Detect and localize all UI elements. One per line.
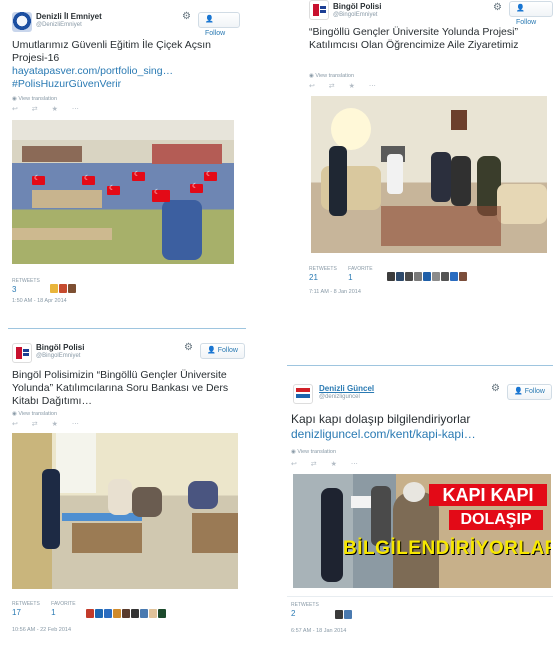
tweet-actions[interactable]: ↩ ⇄ ★ ⋯ [291, 460, 364, 468]
tweet-photo[interactable] [311, 96, 547, 253]
hashtag-link[interactable]: #PolisHuzurGüvenVerir [12, 78, 238, 91]
tweet-actions[interactable]: ↩ ⇄ ★ ⋯ [309, 82, 382, 90]
account-name[interactable]: Denizli İl Emniyet [36, 12, 102, 21]
account-handle[interactable]: @DenizliEmniyet [36, 22, 82, 28]
tweet-card: Bingöl Polisi @BingolEmniyet ⚙ 👤Follow “… [305, 0, 553, 300]
retweeter-avatars[interactable] [86, 605, 167, 618]
follow-button[interactable]: 👤Follow [200, 343, 245, 359]
view-translation-link[interactable]: ◉ View translation [12, 96, 57, 102]
avatar[interactable] [309, 0, 329, 20]
tweet-link[interactable]: hayatapasver.com/portfolio_sing… [12, 65, 238, 78]
tweet-header: Bingöl Polisi @BingolEmniyet ⚙ 👤Follow [305, 0, 553, 26]
follow-person-icon: 👤 [516, 5, 525, 12]
banner-line3: BİLGİLENDİRİYORLAR [343, 538, 551, 559]
account-handle[interactable]: @BingolEmniyet [333, 12, 377, 18]
tweet-card: Denizli İl Emniyet @DenizliEmniyet ⚙ 👤Fo… [8, 8, 240, 304]
tweet-timestamp[interactable]: 10:56 AM - 22 Feb 2014 [12, 627, 71, 633]
gear-icon[interactable]: ⚙ [491, 383, 500, 394]
gear-icon[interactable]: ⚙ [182, 11, 191, 22]
tweet-photo[interactable] [12, 120, 234, 264]
account-name[interactable]: Bingöl Polisi [333, 2, 381, 11]
gear-icon[interactable]: ⚙ [184, 342, 193, 353]
tweet-stats: RETWEETS 3 [12, 278, 40, 294]
retweeter-avatars[interactable] [335, 606, 353, 619]
tweet-text: Kapı kapı dolaşıp bilgilendiriyorlar den… [291, 412, 549, 442]
tweet-actions[interactable]: ↩ ⇄ ★ ⋯ [12, 420, 85, 428]
account-name[interactable]: Bingöl Polisi [36, 343, 84, 352]
follow-person-icon: 👤 [205, 16, 214, 23]
retweeter-avatars[interactable] [50, 280, 77, 293]
banner-line2: DOLAŞIP [449, 510, 543, 530]
favorite-count[interactable]: 1 [348, 273, 372, 282]
retweet-count[interactable]: 21 [309, 273, 337, 282]
follow-button[interactable]: 👤Follow [198, 12, 240, 37]
follow-person-icon: 👤 [207, 347, 216, 354]
tweet-photo[interactable] [12, 433, 238, 589]
tweet-photo[interactable]: KAPI KAPI DOLAŞIP BİLGİLENDİRİYORLAR [293, 474, 551, 588]
tweet-header: Bingöl Polisi @BingolEmniyet ⚙ 👤Follow [8, 339, 246, 365]
tweet-text: Umutlarımız Güvenli Eğitim İle Çiçek Açs… [12, 39, 238, 91]
retweet-count[interactable]: 17 [12, 608, 40, 617]
avatar[interactable] [12, 12, 32, 32]
tweet-stats: RETWEETS 2 [291, 602, 319, 618]
tweet-text: Bingöl Polisimizin “Bingöllü Gençler Üni… [12, 369, 229, 407]
tweet-stats: RETWEETS 21 FAVORITE 1 [309, 266, 373, 282]
favorite-count[interactable]: 1 [51, 608, 75, 617]
tweet-text: “Bingöllü Gençler Üniversite Yolunda Pro… [309, 26, 519, 51]
view-translation-link[interactable]: ◉ View translation [291, 449, 336, 455]
retweet-count[interactable]: 3 [12, 285, 40, 294]
account-handle[interactable]: @BingolEmniyet [36, 353, 80, 359]
follow-button[interactable]: 👤Follow [509, 1, 553, 26]
tweet-timestamp[interactable]: 1:50 AM - 18 Apr 2014 [12, 298, 67, 304]
account-handle[interactable]: @denizliguncel [319, 394, 360, 400]
follow-person-icon: 👤 [514, 388, 523, 395]
banner-line1: KAPI KAPI [429, 484, 547, 506]
view-translation-link[interactable]: ◉ View translation [12, 411, 57, 417]
tweet-timestamp[interactable]: 7:11 AM - 8 Jan 2014 [309, 289, 361, 295]
tweet-card: Denizli Güncel @denizliguncel ⚙ 👤 Follow … [287, 365, 553, 640]
tweet-actions[interactable]: ↩ ⇄ ★ ⋯ [12, 105, 85, 113]
tweet-timestamp[interactable]: 6:57 AM - 18 Jan 2014 [291, 628, 346, 634]
avatar[interactable] [12, 343, 32, 363]
retweeter-avatars[interactable] [387, 268, 468, 281]
tweet-header: Denizli Güncel @denizliguncel ⚙ 👤 Follow [287, 380, 553, 406]
avatar[interactable] [293, 384, 313, 404]
follow-button[interactable]: 👤Follow [507, 384, 552, 400]
view-translation-link[interactable]: ◉ View translation [309, 73, 354, 79]
tweet-card: Bingöl Polisi @BingolEmniyet ⚙ 👤 Follow B… [8, 328, 246, 638]
tweet-stats: RETWEETS 17 FAVORITE 1 [12, 601, 76, 617]
gear-icon[interactable]: ⚙ [493, 2, 502, 13]
retweet-count[interactable]: 2 [291, 609, 319, 618]
tweet-link[interactable]: denizliguncel.com/kent/kapi-kapi… [291, 427, 549, 442]
account-name[interactable]: Denizli Güncel [319, 384, 374, 393]
tweet-header: Denizli İl Emniyet @DenizliEmniyet ⚙ 👤Fo… [8, 8, 240, 37]
